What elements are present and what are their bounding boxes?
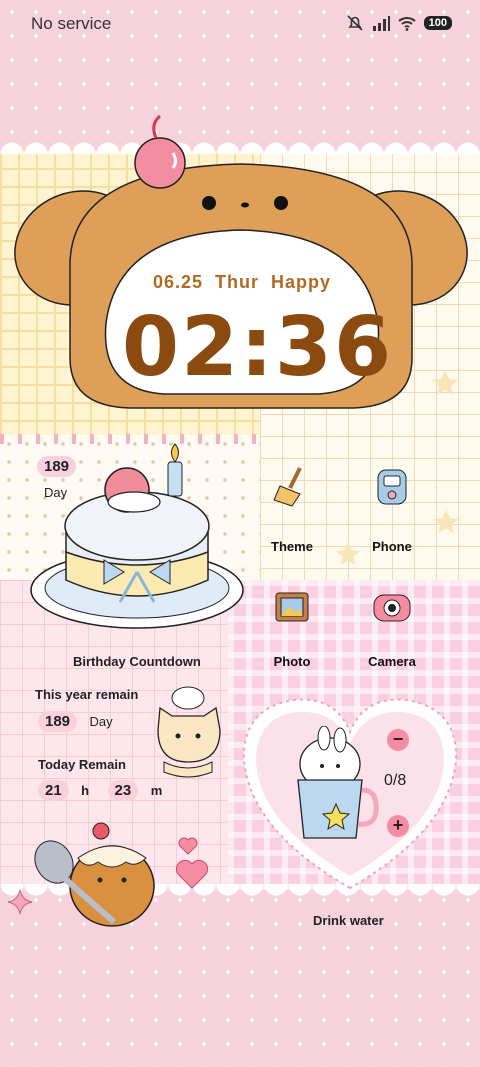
carrier-status: No service <box>31 14 112 33</box>
cake-illustration[interactable] <box>24 440 246 636</box>
app-label: Theme <box>271 539 313 554</box>
star-icon <box>433 509 459 534</box>
year-remain-value-wrap: 189 Day <box>38 711 113 732</box>
app-photo[interactable]: Photo <box>252 585 332 669</box>
decrease-water-button[interactable]: − <box>387 729 409 751</box>
camera-icon <box>373 594 411 622</box>
water-count: 0/8 <box>384 772 407 789</box>
year-remain-label: This year remain <box>35 687 139 702</box>
clock-weekday: Thur <box>215 272 260 292</box>
today-remain-values: 21 h 23 m <box>38 780 162 801</box>
app-label: Camera <box>368 654 416 669</box>
app-theme[interactable]: Theme <box>252 464 332 554</box>
hearts-icon <box>175 837 209 889</box>
minutes-value: 23 <box>107 780 139 801</box>
increase-water-button[interactable]: + <box>387 815 409 837</box>
clock-date: 06.25 <box>153 272 204 292</box>
app-label: Photo <box>273 654 311 669</box>
clock-date-line: 06.25 Thur Happy <box>153 272 343 293</box>
year-remain-value: 189 <box>38 711 78 732</box>
bunny-cup-illustration <box>297 726 379 839</box>
today-remain-label: Today Remain <box>38 757 126 772</box>
photo-icon <box>275 592 309 622</box>
clock-time[interactable]: 02:36 <box>122 300 393 395</box>
clock-greeting: Happy <box>271 272 332 292</box>
app-camera[interactable]: Camera <box>352 585 432 669</box>
wifi-icon <box>397 17 416 31</box>
app-label: Phone <box>372 539 412 554</box>
birthday-title: Birthday Countdown <box>73 654 201 669</box>
chef-cat-illustration <box>157 686 221 778</box>
broom-icon <box>273 467 302 507</box>
battery-indicator: 100 <box>423 16 452 30</box>
year-remain-unit: Day <box>89 714 113 729</box>
sparkle-icon <box>7 889 33 915</box>
status-icons: 100 <box>346 14 452 32</box>
minutes-unit: m <box>150 783 163 798</box>
drink-water-label: Drink water <box>313 913 384 928</box>
hours-unit: h <box>81 783 90 798</box>
app-phone[interactable]: Phone <box>352 464 432 554</box>
signal-icon <box>372 16 390 31</box>
phone-icon <box>377 469 407 505</box>
hours-value: 21 <box>38 780 69 801</box>
silent-bell-icon <box>347 15 363 31</box>
gingerbread-spoon-illustration <box>34 822 155 927</box>
